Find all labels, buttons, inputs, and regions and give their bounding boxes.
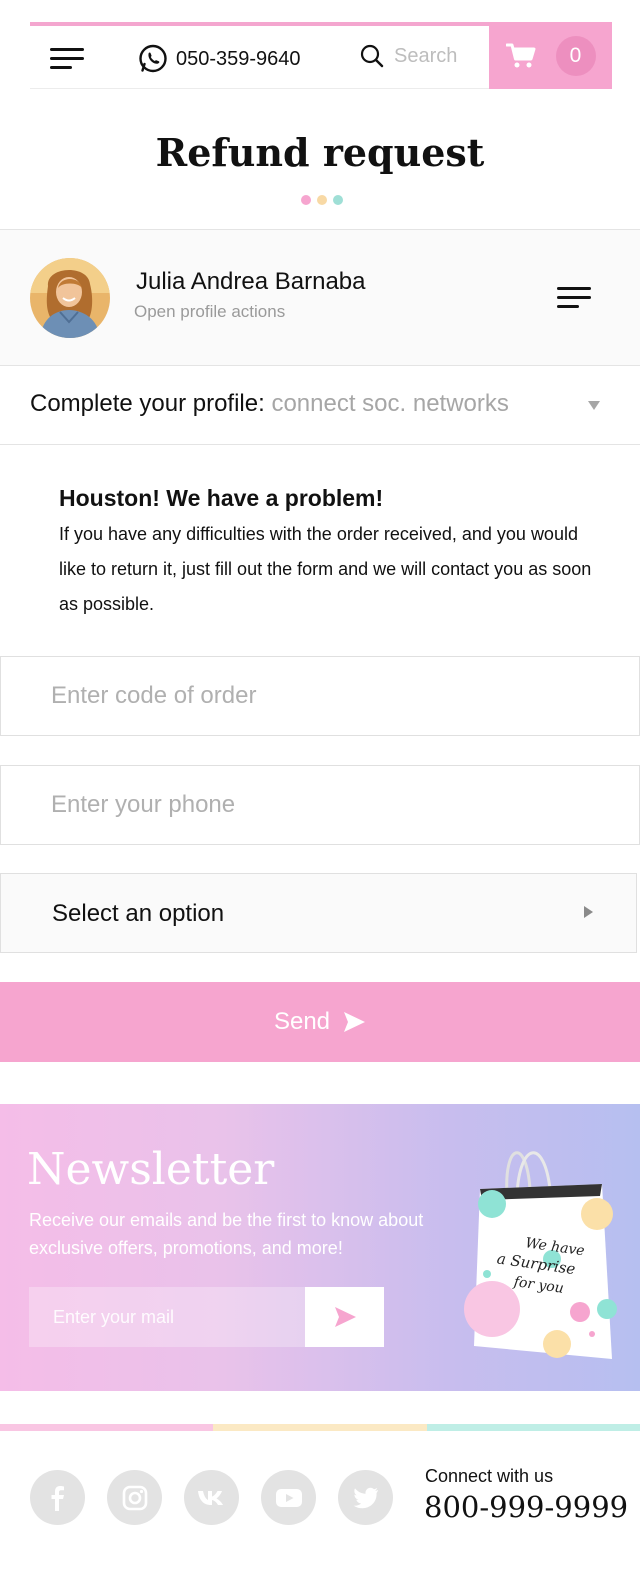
gift-bag-image: We have a Surprise for you bbox=[464, 1151, 617, 1359]
avatar[interactable] bbox=[30, 258, 110, 338]
order-code-input[interactable] bbox=[1, 657, 639, 735]
complete-profile-dropdown[interactable]: Complete your profile: connect soc. netw… bbox=[0, 366, 640, 445]
cart-button[interactable]: 0 bbox=[489, 22, 612, 89]
phone-field bbox=[0, 765, 640, 845]
newsletter-email-field bbox=[29, 1287, 305, 1347]
whatsapp-icon bbox=[139, 44, 167, 73]
strip-yellow bbox=[213, 1424, 427, 1431]
option-select-label: Select an option bbox=[52, 900, 225, 927]
newsletter-email-input[interactable] bbox=[29, 1287, 305, 1347]
profile-name: Julia Andrea Barnaba bbox=[136, 268, 366, 295]
problem-description: If you have any difficulties with the or… bbox=[59, 524, 592, 614]
complete-profile-value: connect soc. networks bbox=[271, 390, 509, 417]
newsletter-title: Newsletter bbox=[27, 1144, 275, 1195]
dot-yellow bbox=[317, 195, 327, 205]
header-phone[interactable]: 050-359-9640 bbox=[138, 44, 301, 74]
order-code-field bbox=[0, 656, 640, 736]
send-icon bbox=[334, 1307, 356, 1327]
complete-profile-text: Complete your profile: connect soc. netw… bbox=[30, 390, 509, 418]
send-button[interactable]: Send bbox=[0, 982, 640, 1062]
newsletter-send-button[interactable] bbox=[305, 1287, 384, 1347]
page-title: Refund request bbox=[155, 130, 485, 175]
header-phone-number: 050-359-9640 bbox=[176, 47, 301, 70]
search-input[interactable] bbox=[394, 44, 504, 68]
dot-pink bbox=[301, 195, 311, 205]
send-button-label: Send bbox=[273, 1008, 331, 1035]
phone-input[interactable] bbox=[1, 766, 639, 844]
youtube-icon[interactable] bbox=[261, 1470, 316, 1525]
instagram-icon[interactable] bbox=[107, 1470, 162, 1525]
connect-label: Connect with us bbox=[425, 1466, 554, 1486]
header-search bbox=[360, 44, 504, 68]
newsletter-text: Receive our emails and be the first to k… bbox=[29, 1210, 424, 1258]
strip-teal bbox=[426, 1424, 640, 1431]
problem-title: Houston! We have a problem! bbox=[59, 485, 384, 511]
profile-menu-icon[interactable] bbox=[557, 287, 591, 309]
facebook-icon[interactable] bbox=[30, 1470, 85, 1525]
menu-icon[interactable] bbox=[50, 48, 84, 70]
connect-phone[interactable]: 800-999-9999 bbox=[424, 1490, 628, 1524]
title-dots bbox=[301, 195, 343, 205]
cart-count-badge: 0 bbox=[555, 35, 596, 76]
footer-color-strip bbox=[0, 1424, 640, 1431]
site-header: 050-359-9640 0 bbox=[30, 22, 612, 89]
complete-profile-label: Complete your profile: bbox=[30, 390, 265, 417]
search-icon[interactable] bbox=[360, 44, 384, 68]
chevron-down-icon bbox=[588, 401, 600, 410]
strip-pink bbox=[0, 1424, 214, 1431]
twitter-icon[interactable] bbox=[338, 1470, 393, 1525]
social-links bbox=[30, 1470, 393, 1525]
profile-bar: Julia Andrea Barnaba Open profile action… bbox=[0, 229, 640, 366]
chevron-right-icon bbox=[584, 906, 593, 918]
newsletter-section: Newsletter Receive our emails and be the… bbox=[0, 1104, 640, 1391]
send-icon bbox=[344, 1012, 366, 1032]
vk-icon[interactable] bbox=[184, 1470, 239, 1525]
dot-teal bbox=[333, 195, 343, 205]
profile-actions-link[interactable]: Open profile actions bbox=[134, 302, 285, 322]
cart-icon bbox=[505, 43, 535, 67]
option-select[interactable]: Select an option bbox=[0, 873, 637, 953]
